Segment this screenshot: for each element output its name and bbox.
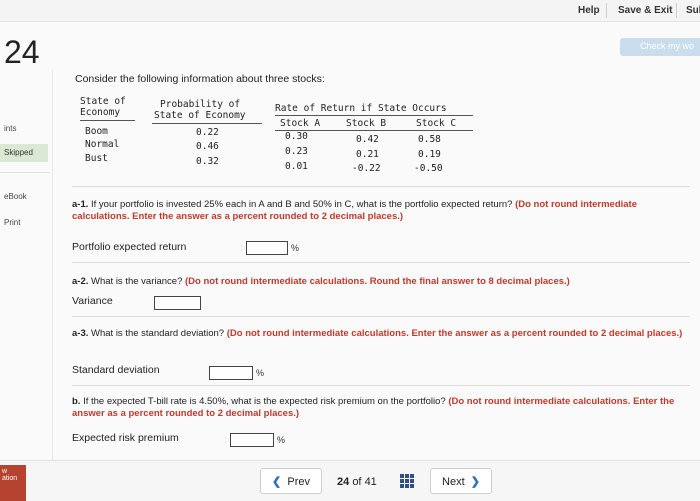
chevron-left-icon: ❮: [272, 476, 282, 488]
header-rule: [80, 120, 135, 121]
row-stock-a: 0.23: [285, 146, 308, 157]
sidebar-divider: [52, 70, 53, 490]
header-rule: [275, 115, 473, 116]
header-economy: Economy: [80, 107, 121, 118]
question-a2: a-2. What is the variance? (Do not round…: [72, 276, 694, 288]
section-divider: [72, 262, 690, 263]
top-divider: [606, 3, 607, 18]
chevron-right-icon: ❯: [470, 476, 480, 488]
sidebar-divider: [0, 172, 50, 173]
next-button[interactable]: Next ❯: [430, 468, 492, 494]
question-a3: a-3. What is the standard deviation? (Do…: [72, 328, 694, 340]
row-stock-b: 0.42: [356, 134, 379, 145]
col-stock-b: Stock B: [346, 118, 387, 129]
section-divider: [72, 186, 690, 187]
logo: w ation: [0, 465, 26, 501]
row-stock-b: -0.22: [352, 163, 381, 174]
print-link[interactable]: Print: [4, 218, 20, 227]
percent-unit: %: [291, 243, 300, 253]
save-exit-link[interactable]: Save & Exit: [618, 5, 672, 16]
logo-text-bottom: ation: [2, 475, 18, 482]
logo-text-top: w: [2, 468, 8, 475]
standard-deviation-input[interactable]: [209, 366, 253, 380]
row-stock-a: 0.30: [285, 131, 308, 142]
variance-input[interactable]: [154, 296, 201, 310]
row-stock-c: 0.19: [418, 149, 441, 160]
page-of: of: [352, 476, 362, 488]
row-probability: 0.46: [196, 141, 219, 152]
variance-label: Variance: [72, 295, 113, 307]
question-number: 24: [4, 34, 40, 70]
question-intro: Consider the following information about…: [75, 73, 325, 85]
status-badge: Skipped: [0, 144, 48, 162]
row-stock-c: 0.58: [418, 134, 441, 145]
question-a3-note: (Do not round intermediate calculations.…: [226, 328, 683, 339]
standard-deviation-label: Standard deviation: [72, 364, 160, 376]
col-stock-a: Stock A: [280, 118, 321, 129]
header-probability: Probability of: [160, 99, 241, 110]
question-b-text: If the expected T-bill rate is 4.50%, wh…: [80, 396, 449, 407]
row-state: Boom: [85, 126, 108, 137]
page-indicator: 24 of 41: [337, 476, 377, 488]
points-label: ints: [4, 124, 17, 133]
row-stock-a: 0.01: [285, 161, 308, 172]
check-my-work-button[interactable]: Check my wo: [620, 38, 700, 56]
question-a2-number: a-2.: [72, 276, 89, 287]
question-a2-note: (Do not round intermediate calculations.…: [185, 276, 570, 287]
header-rule: [152, 123, 262, 124]
question-b: b. If the expected T-bill rate is 4.50%,…: [72, 396, 694, 420]
row-state: Normal: [85, 139, 120, 150]
question-a3-number: a-3.: [72, 328, 89, 339]
header-state: State of: [80, 96, 126, 107]
question-a2-text: What is the variance?: [88, 276, 186, 287]
question-a1: a-1. If your portfolio is invested 25% e…: [72, 199, 694, 223]
row-stock-c: -0.50: [414, 163, 443, 174]
header-rate-of-return: Rate of Return if State Occurs: [275, 103, 447, 114]
percent-unit: %: [277, 435, 286, 445]
risk-premium-input[interactable]: [230, 433, 274, 447]
percent-unit: %: [256, 368, 265, 378]
header-state-of-economy: State of Economy: [154, 110, 246, 121]
col-stock-c: Stock C: [416, 118, 457, 129]
question-a1-number: a-1.: [72, 199, 89, 210]
question-a1-text: If your portfolio is invested 25% each i…: [88, 199, 516, 210]
prev-button[interactable]: ❮ Prev: [260, 468, 322, 494]
section-divider: [72, 385, 690, 386]
top-divider: [676, 3, 677, 18]
row-state: Bust: [85, 153, 108, 164]
top-bar: Help Save & Exit Sul: [0, 0, 700, 22]
risk-premium-label: Expected risk premium: [72, 432, 179, 444]
row-stock-b: 0.21: [356, 149, 379, 160]
next-label: Next: [442, 476, 465, 488]
current-page: 24: [337, 476, 350, 488]
row-probability: 0.32: [196, 156, 219, 167]
total-pages: 41: [364, 476, 377, 488]
submit-link[interactable]: Sul: [686, 5, 700, 16]
help-link[interactable]: Help: [578, 5, 600, 16]
prev-label: Prev: [287, 476, 310, 488]
section-divider: [72, 316, 690, 317]
portfolio-return-input[interactable]: [246, 241, 288, 255]
portfolio-return-label: Portfolio expected return: [72, 241, 187, 253]
question-a3-text: What is the standard deviation?: [88, 328, 227, 339]
row-probability: 0.22: [196, 127, 219, 138]
ebook-link[interactable]: eBook: [4, 192, 27, 201]
question-grid-icon[interactable]: [400, 474, 414, 488]
